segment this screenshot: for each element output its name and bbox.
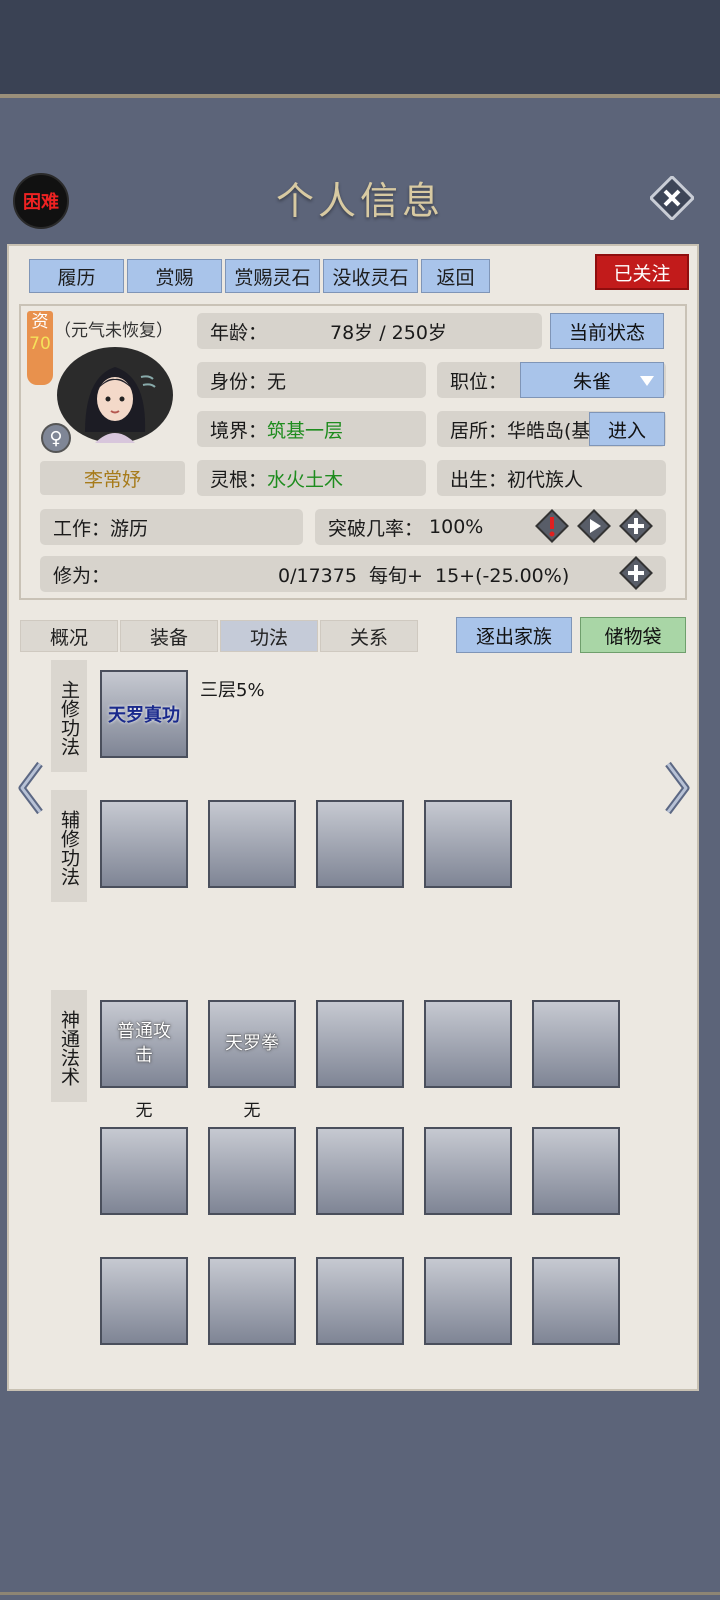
- aptitude-badge: 资 70: [27, 311, 53, 385]
- chevron-left-icon[interactable]: [16, 760, 46, 816]
- close-icon[interactable]: [650, 176, 694, 220]
- aptitude-value: 70: [29, 334, 51, 354]
- aux-skill-slot[interactable]: [208, 800, 296, 888]
- realm-label: 境界：: [210, 419, 268, 442]
- storage-bag-button[interactable]: 储物袋: [580, 617, 686, 653]
- magic-skill-level: 无: [135, 1101, 153, 1121]
- magic-skill-name: 天罗拳: [225, 1033, 279, 1054]
- page-title: 个人信息: [275, 179, 444, 223]
- expel-button[interactable]: 逐出家族: [456, 617, 572, 653]
- identity-value: 无: [267, 370, 287, 393]
- identity-label: 身份：: [210, 370, 268, 393]
- back-button[interactable]: 返回: [421, 259, 490, 293]
- magic-skill-slot[interactable]: [424, 1000, 512, 1088]
- reward-button[interactable]: 赏赐: [127, 259, 222, 293]
- play-icon[interactable]: [577, 509, 611, 543]
- position-dropdown[interactable]: 朱雀: [520, 362, 664, 398]
- age-label: 年龄：: [210, 321, 268, 344]
- residence-value: 华皓岛(基: [507, 419, 591, 442]
- aux-skill-slot[interactable]: [100, 800, 188, 888]
- birth-label: 出生：: [450, 468, 508, 491]
- job-value: 游历: [110, 517, 149, 540]
- position-label: 职位：: [450, 370, 508, 393]
- breakthrough-label: 突破几率：: [328, 517, 424, 540]
- magic-skill-level: 无: [243, 1101, 261, 1121]
- magic-skill-slot[interactable]: [208, 1257, 296, 1345]
- current-state-button[interactable]: 当前状态: [550, 313, 664, 349]
- main-skill-slot[interactable]: 天罗真功: [100, 670, 188, 758]
- magic-skill-slot[interactable]: [100, 1257, 188, 1345]
- age-value: 78岁 / 250岁: [330, 321, 447, 344]
- magic-skill-slot[interactable]: [316, 1127, 404, 1215]
- magic-skill-slot[interactable]: 普通攻击: [100, 1000, 188, 1088]
- spirit-root-value: 水火土木: [267, 468, 344, 491]
- birth-field: 出生： 初代族人: [437, 460, 666, 496]
- breakthrough-field: 突破几率： 100%: [315, 509, 666, 545]
- main-skill-label: 主修功法: [51, 660, 87, 772]
- chevron-down-icon: [640, 376, 654, 386]
- magic-skill-slot[interactable]: 天罗拳: [208, 1000, 296, 1088]
- main-skill-level: 三层5%: [200, 680, 265, 701]
- confiscate-stone-button[interactable]: 没收灵石: [323, 259, 418, 293]
- tab-equipment[interactable]: 装备: [120, 620, 218, 652]
- follow-button[interactable]: 已关注: [595, 254, 689, 290]
- aux-skill-slot[interactable]: [316, 800, 404, 888]
- aptitude-label: 资: [31, 312, 49, 332]
- job-label: 工作：: [53, 517, 111, 540]
- tab-relations[interactable]: 关系: [320, 620, 418, 652]
- birth-value: 初代族人: [507, 468, 584, 491]
- spirit-root-label: 灵根：: [210, 468, 268, 491]
- residence-label: 居所：: [450, 419, 508, 442]
- enter-residence-button[interactable]: 进入: [589, 412, 665, 446]
- main-skill-name: 天罗真功: [108, 705, 180, 726]
- cultivation-value: 0/17375 每旬+ 15+(-25.00%): [278, 564, 570, 587]
- top-divider: [0, 94, 720, 98]
- tab-overview[interactable]: 概况: [20, 620, 118, 652]
- job-field: 工作： 游历: [40, 509, 303, 545]
- realm-field: 境界： 筑基一层: [197, 411, 426, 447]
- reward-stone-button[interactable]: 赏赐灵石: [225, 259, 320, 293]
- breakthrough-value: 100%: [429, 516, 484, 538]
- plus-icon[interactable]: [619, 509, 653, 543]
- cultivation-field: 修为： 0/17375 每旬+ 15+(-25.00%): [40, 556, 666, 592]
- identity-field: 身份： 无: [197, 362, 426, 398]
- history-button[interactable]: 履历: [29, 259, 124, 293]
- magic-skill-label: 神通法术: [51, 990, 87, 1102]
- realm-value: 筑基一层: [267, 419, 344, 442]
- magic-skill-slot[interactable]: [532, 1000, 620, 1088]
- position-value: 朱雀: [572, 370, 611, 393]
- magic-skill-slot[interactable]: [316, 1000, 404, 1088]
- magic-skill-slot[interactable]: [532, 1257, 620, 1345]
- tab-skills[interactable]: 功法: [220, 620, 318, 652]
- plus-icon[interactable]: [619, 556, 653, 590]
- magic-skill-slot[interactable]: [424, 1257, 512, 1345]
- magic-skill-slot[interactable]: [316, 1257, 404, 1345]
- aux-skill-slot[interactable]: [424, 800, 512, 888]
- magic-skill-slot[interactable]: [208, 1127, 296, 1215]
- magic-skill-slot[interactable]: [424, 1127, 512, 1215]
- bottom-divider: [0, 1592, 720, 1595]
- female-icon: ♀: [41, 423, 71, 453]
- top-band: [0, 0, 720, 94]
- gender-symbol: ♀: [49, 427, 63, 449]
- character-name: 李常妤: [40, 461, 185, 495]
- warning-icon[interactable]: [535, 509, 569, 543]
- magic-skill-slot[interactable]: [532, 1127, 620, 1215]
- magic-skill-name: 普通攻击: [117, 1021, 171, 1066]
- spirit-root-field: 灵根： 水火土木: [197, 460, 426, 496]
- aux-skill-label: 辅修功法: [51, 790, 87, 902]
- cultivation-label: 修为：: [53, 564, 111, 587]
- chevron-right-icon[interactable]: [662, 760, 692, 816]
- magic-skill-slot[interactable]: [100, 1127, 188, 1215]
- age-field: 年龄： 78岁 / 250岁: [197, 313, 542, 349]
- character-avatar[interactable]: [55, 337, 175, 443]
